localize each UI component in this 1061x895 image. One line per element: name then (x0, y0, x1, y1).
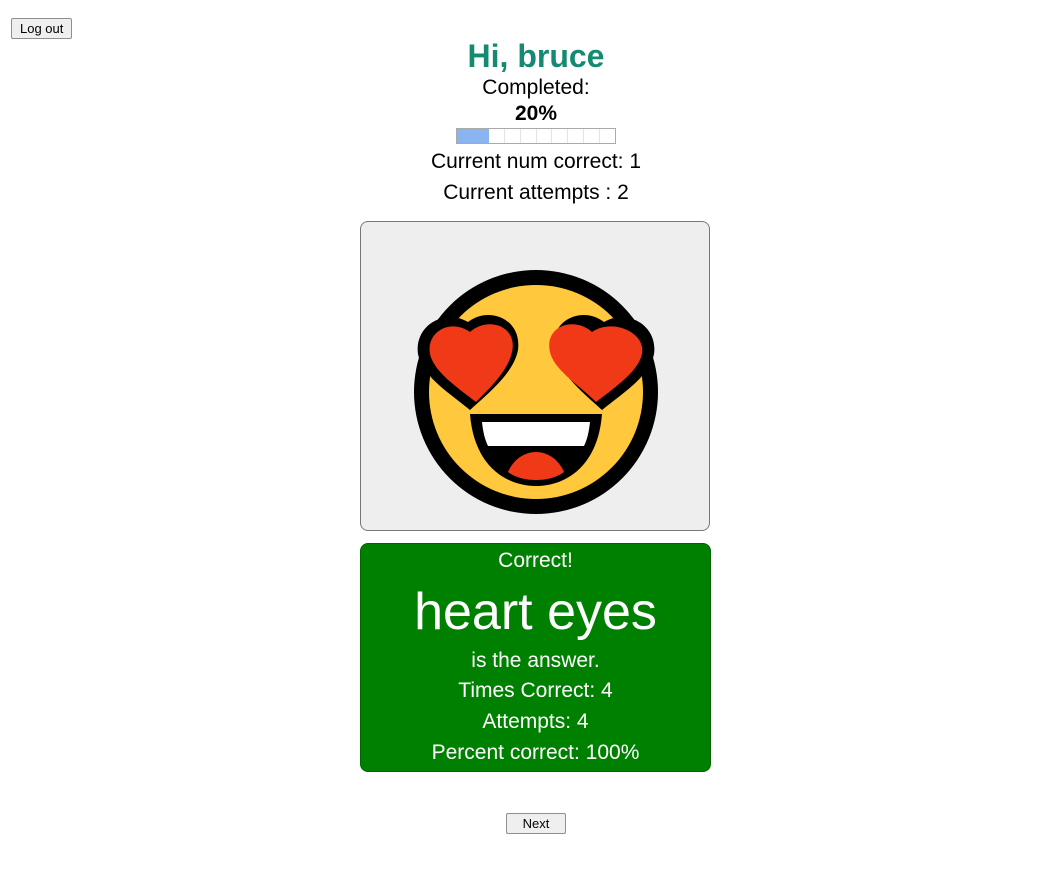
result-panel: Correct! heart eyes is the answer. Times… (360, 543, 711, 772)
progress-bar (456, 128, 616, 144)
progress-segment (521, 129, 537, 143)
next-button[interactable]: Next (506, 813, 566, 834)
progress-segment (600, 129, 615, 143)
emoji-card (360, 221, 710, 531)
smiling-face-with-heart-eyes-icon (414, 270, 658, 514)
quiz-page: Log out Hi, bruce Completed: 20% Current… (0, 0, 1061, 895)
result-answer: heart eyes (414, 583, 657, 641)
progress-fill (457, 129, 489, 143)
current-num-correct: Current num correct: 1 (430, 150, 642, 173)
result-answer-suffix: is the answer. (471, 649, 600, 672)
progress-segment (537, 129, 553, 143)
progress-segment (552, 129, 569, 143)
result-attempts: Attempts: 4 (482, 710, 589, 733)
current-attempts: Current attempts : 2 (443, 181, 629, 204)
result-times-correct: Times Correct: 4 (458, 679, 613, 702)
progress-segment (505, 129, 521, 143)
greeting-title: Hi, bruce (467, 38, 605, 74)
result-percent-correct: Percent correct: 100% (431, 741, 640, 764)
progress-segment (568, 129, 585, 143)
result-status: Correct! (498, 549, 573, 572)
progress-segment (489, 129, 505, 143)
progress-segment (584, 129, 601, 143)
completed-label: Completed: (482, 76, 590, 99)
completed-value: 20% (514, 102, 558, 125)
